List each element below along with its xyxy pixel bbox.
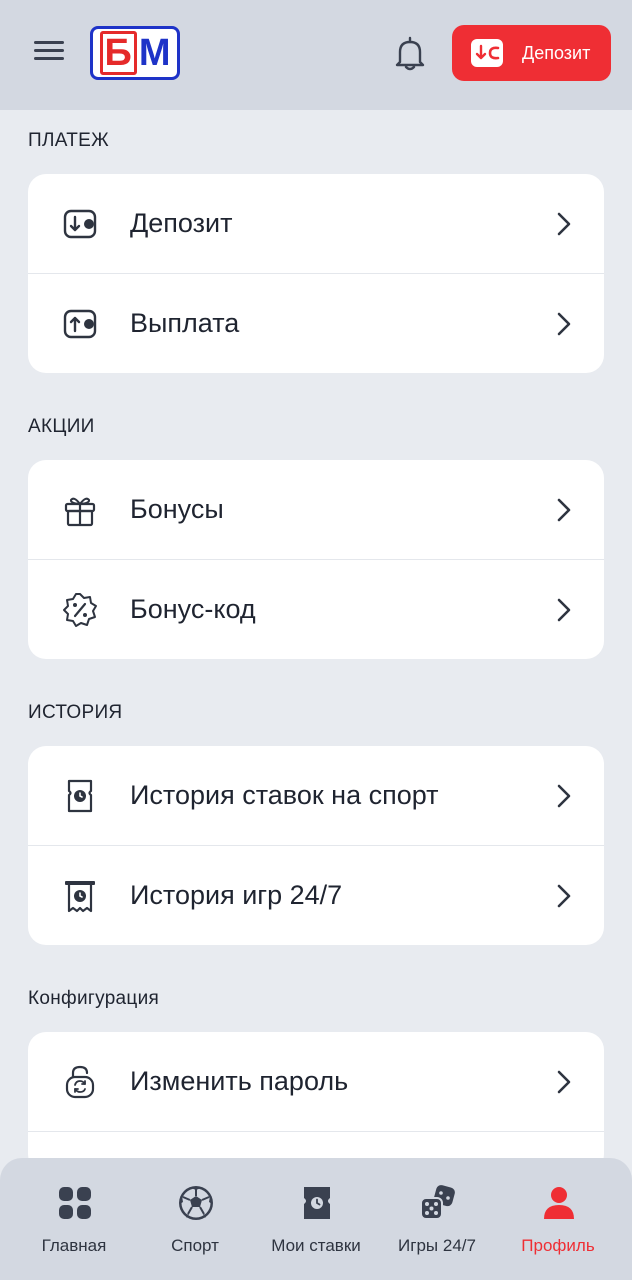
soccer-ball-icon	[179, 1186, 213, 1220]
promotions-card: Бонусы Бонус-код	[28, 460, 604, 659]
menu-item-change-password[interactable]: Изменить пароль	[28, 1032, 604, 1131]
bottom-navigation: Главная Спорт Мои ставки Игры 24/7 Профи…	[0, 1158, 632, 1280]
ticket-icon	[304, 1187, 330, 1219]
receipt-clock-icon	[65, 881, 95, 913]
withdrawal-icon	[63, 309, 97, 339]
logo-letter-m: М	[138, 32, 171, 74]
section-title-payment: ПЛАТЕЖ	[28, 130, 109, 151]
menu-item-label: История игр 24/7	[130, 880, 343, 910]
menu-item-label: Бонусы	[130, 494, 224, 524]
menu-item-withdrawal[interactable]: Выплата	[28, 273, 604, 373]
menu-item-label: Бонус-код	[130, 594, 256, 624]
nav-label: Профиль	[521, 1236, 595, 1255]
grid-icon	[59, 1187, 91, 1219]
menu-item-games-history[interactable]: История игр 24/7	[28, 845, 604, 945]
nav-label: Мои ставки	[271, 1236, 361, 1255]
lock-refresh-icon	[65, 1065, 95, 1099]
header-deposit-button[interactable]: Депозит	[452, 25, 611, 81]
payment-card: Депозит Выплата	[28, 174, 604, 373]
nav-item-home[interactable]: Главная	[11, 1158, 137, 1280]
deposit-icon	[63, 209, 97, 239]
bet-ticket-clock-icon	[67, 779, 93, 813]
user-icon	[544, 1187, 574, 1219]
chevron-right-icon	[557, 212, 571, 236]
deposit-icon	[471, 39, 503, 67]
brand-logo[interactable]: Б М	[90, 26, 180, 80]
chevron-right-icon	[557, 598, 571, 622]
top-header: Б М Депозит	[0, 0, 632, 110]
deposit-button-label: Депозит	[522, 42, 591, 63]
section-title-configuration: Конфигурация	[28, 988, 160, 1009]
menu-item-label: Выплата	[130, 308, 240, 338]
hamburger-menu-icon[interactable]	[30, 36, 68, 70]
chevron-right-icon	[557, 498, 571, 522]
menu-item-label: Депозит	[130, 208, 233, 238]
chevron-right-icon	[557, 884, 571, 908]
nav-label: Главная	[41, 1236, 107, 1255]
nav-label: Игры 24/7	[398, 1236, 476, 1255]
chevron-right-icon	[557, 312, 571, 336]
nav-item-games[interactable]: Игры 24/7	[374, 1158, 500, 1280]
configuration-card: Изменить пароль	[28, 1032, 604, 1172]
nav-item-profile[interactable]: Профиль	[495, 1158, 621, 1280]
menu-item-bonus-code[interactable]: Бонус-код	[28, 559, 604, 659]
menu-item-label: Изменить пароль	[130, 1066, 349, 1096]
chevron-right-icon	[557, 1070, 571, 1094]
section-title-history: ИСТОРИЯ	[28, 702, 123, 723]
nav-item-sport[interactable]: Спорт	[132, 1158, 258, 1280]
nav-label: Спорт	[171, 1236, 219, 1255]
menu-item-deposit[interactable]: Депозит	[28, 174, 604, 273]
history-card: История ставок на спорт История игр 24/7	[28, 746, 604, 945]
percent-badge-icon	[63, 593, 97, 627]
dice-icon	[420, 1185, 455, 1220]
section-title-promotions: АКЦИИ	[28, 416, 95, 437]
bell-icon[interactable]	[390, 36, 430, 72]
chevron-right-icon	[557, 784, 571, 808]
menu-item-bonuses[interactable]: Бонусы	[28, 460, 604, 559]
menu-item-label: История ставок на спорт	[130, 780, 439, 810]
gift-icon	[64, 497, 96, 527]
logo-letter-b: Б	[99, 31, 137, 75]
menu-item-sport-bet-history[interactable]: История ставок на спорт	[28, 746, 604, 845]
nav-item-my-bets[interactable]: Мои ставки	[253, 1158, 379, 1280]
